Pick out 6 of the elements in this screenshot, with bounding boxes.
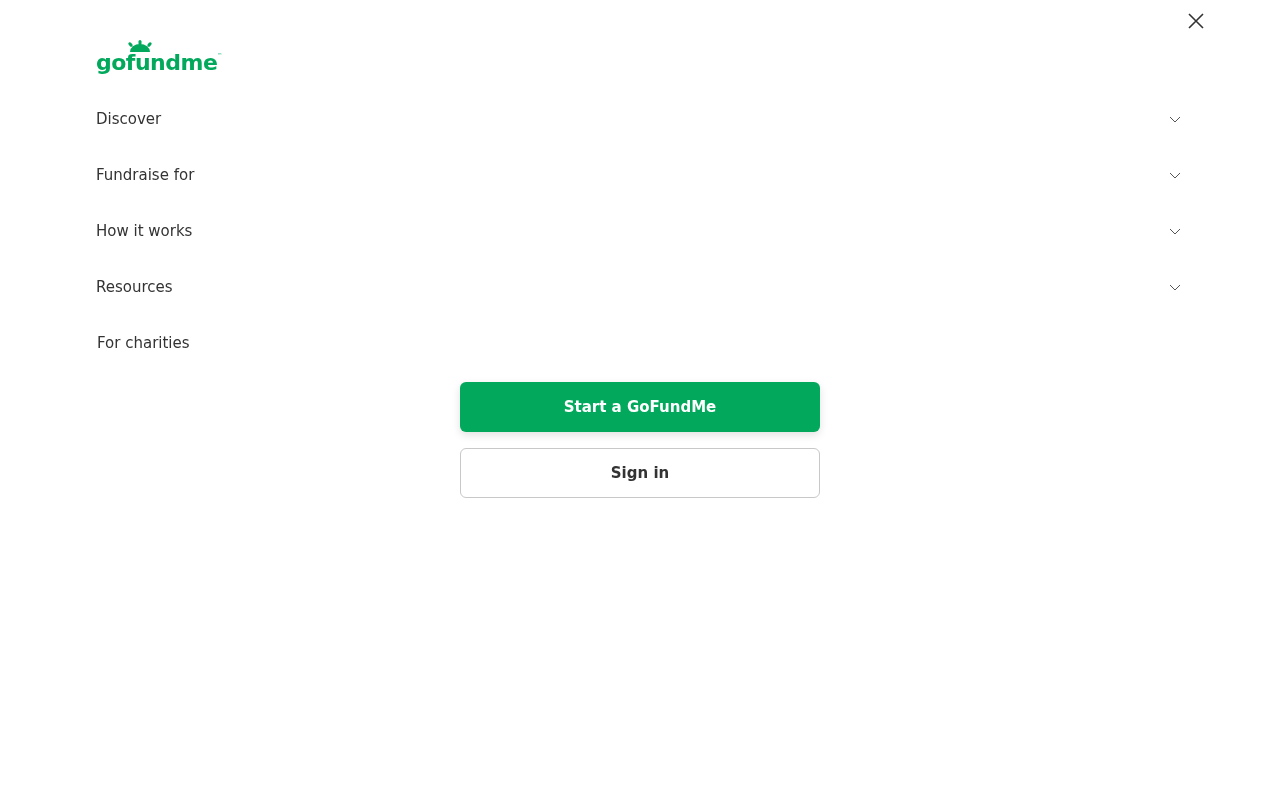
menu-item[interactable]: Resources	[96, 259, 1184, 315]
menu-link[interactable]: For charities	[96, 315, 1184, 371]
menu-item[interactable]: How it works	[96, 203, 1184, 259]
menu-item[interactable]: Fundraise for	[96, 147, 1184, 203]
menu-item[interactable]: Discover	[96, 91, 1184, 147]
sign-in-button[interactable]: Sign in	[460, 448, 820, 498]
